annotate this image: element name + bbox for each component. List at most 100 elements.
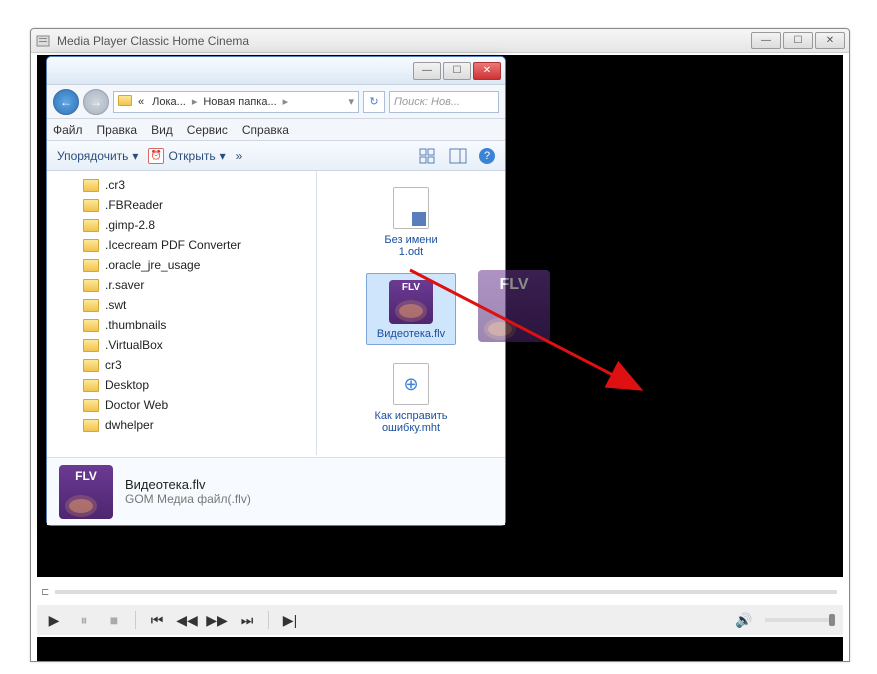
mpc-controls: ▶ ⏸ ■ ⏮ ◀◀ ▶▶ ⏭ ▶| 🔊 bbox=[37, 605, 843, 635]
tree-item[interactable]: cr3 bbox=[47, 355, 316, 375]
tree-item-label: .gimp-2.8 bbox=[105, 218, 155, 232]
play-button[interactable]: ▶ bbox=[45, 611, 63, 629]
step-button[interactable]: ▶| bbox=[281, 611, 299, 629]
tree-item-label: dwhelper bbox=[105, 418, 154, 432]
address-bar[interactable]: « Лока... ▸ Новая папка... ▸ ▾ bbox=[113, 91, 359, 113]
prev-button[interactable]: ⏮ bbox=[148, 611, 166, 629]
folder-icon bbox=[83, 219, 99, 232]
tree-item[interactable]: .thumbnails bbox=[47, 315, 316, 335]
help-button[interactable]: ? bbox=[479, 148, 495, 164]
mpc-close-button[interactable]: ✕ bbox=[815, 32, 845, 49]
explorer-menu: Файл Правка Вид Сервис Справка bbox=[47, 119, 505, 141]
toolbar-more[interactable]: » bbox=[236, 149, 243, 163]
forward-button[interactable]: ▶▶ bbox=[208, 611, 226, 629]
volume-icon[interactable]: 🔊 bbox=[735, 611, 753, 629]
tree-item[interactable]: .swt bbox=[47, 295, 316, 315]
file-item[interactable]: ⊕Как исправить ошибку.mht bbox=[366, 355, 456, 439]
explorer-toolbar: Упорядочить ▾ ⏰ Открыть ▾ » ? bbox=[47, 141, 505, 171]
explorer-window: — ☐ ✕ ← → « Лока... ▸ Новая папка... ▸ ▾… bbox=[46, 56, 506, 526]
forward-button[interactable]: → bbox=[83, 89, 109, 115]
menu-edit[interactable]: Правка bbox=[97, 123, 138, 137]
file-icon bbox=[387, 454, 435, 455]
tree-item[interactable]: .gimp-2.8 bbox=[47, 215, 316, 235]
open-button[interactable]: ⏰ Открыть ▾ bbox=[148, 148, 225, 164]
menu-help[interactable]: Справка bbox=[242, 123, 289, 137]
next-button[interactable]: ⏭ bbox=[238, 611, 256, 629]
menu-tools[interactable]: Сервис bbox=[187, 123, 228, 137]
tree-item-label: .Icecream PDF Converter bbox=[105, 238, 241, 252]
tree-item[interactable]: .VirtualBox bbox=[47, 335, 316, 355]
refresh-button[interactable]: ↻ bbox=[363, 91, 385, 113]
tree-item-label: Desktop bbox=[105, 378, 149, 392]
search-input[interactable]: Поиск: Нов... bbox=[389, 91, 499, 113]
details-file-icon: FLV bbox=[59, 465, 113, 519]
folder-icon bbox=[83, 319, 99, 332]
mpc-titlebar[interactable]: Media Player Classic Home Cinema — ☐ ✕ bbox=[31, 29, 849, 53]
tree-item[interactable]: .Icecream PDF Converter bbox=[47, 235, 316, 255]
tree-item[interactable]: .oracle_jre_usage bbox=[47, 255, 316, 275]
breadcrumb-root[interactable]: « bbox=[136, 96, 146, 108]
file-item[interactable] bbox=[366, 449, 456, 455]
menu-view[interactable]: Вид bbox=[151, 123, 173, 137]
tree-item-label: .r.saver bbox=[105, 278, 144, 292]
breadcrumb-disk[interactable]: Лока... bbox=[150, 96, 188, 108]
file-item[interactable]: FLV Видеотека.flv bbox=[366, 273, 456, 345]
menu-file[interactable]: Файл bbox=[53, 123, 83, 137]
tree-item[interactable]: .FBReader bbox=[47, 195, 316, 215]
view-mode-button[interactable] bbox=[419, 148, 439, 164]
explorer-minimize-button[interactable]: — bbox=[413, 62, 441, 80]
folder-icon bbox=[83, 339, 99, 352]
seek-start-marker: ⊏ bbox=[37, 587, 49, 598]
folder-icon bbox=[83, 199, 99, 212]
tree-item-label: .cr3 bbox=[105, 178, 125, 192]
back-button[interactable]: ← bbox=[53, 89, 79, 115]
preview-pane-button[interactable] bbox=[449, 148, 469, 164]
file-icon: FLV bbox=[387, 278, 435, 326]
folder-icon bbox=[83, 399, 99, 412]
file-label: Как исправить ошибку.mht bbox=[371, 410, 451, 434]
breadcrumb-folder[interactable]: Новая папка... bbox=[201, 96, 278, 108]
tree-item[interactable]: dwhelper bbox=[47, 415, 316, 435]
seek-track[interactable] bbox=[55, 590, 837, 594]
folder-icon bbox=[83, 419, 99, 432]
tree-item-label: .FBReader bbox=[105, 198, 163, 212]
folder-icon bbox=[83, 299, 99, 312]
folder-icon bbox=[83, 279, 99, 292]
mpc-title: Media Player Classic Home Cinema bbox=[57, 34, 751, 48]
tree-item[interactable]: Desktop bbox=[47, 375, 316, 395]
tree-item-label: .oracle_jre_usage bbox=[105, 258, 200, 272]
explorer-body: .cr3 .FBReader .gimp-2.8 .Icecream PDF Conv… bbox=[47, 171, 505, 455]
tree-item-label: .swt bbox=[105, 298, 126, 312]
explorer-titlebar[interactable]: — ☐ ✕ bbox=[47, 57, 505, 85]
explorer-close-button[interactable]: ✕ bbox=[473, 62, 501, 80]
mpc-status-bar bbox=[37, 637, 843, 661]
tree-item[interactable]: .cr3 bbox=[47, 175, 316, 195]
tree-item-label: cr3 bbox=[105, 358, 122, 372]
details-filetype: GOM Медиа файл(.flv) bbox=[125, 492, 251, 506]
rewind-button[interactable]: ◀◀ bbox=[178, 611, 196, 629]
mpc-minimize-button[interactable]: — bbox=[751, 32, 781, 49]
files-pane[interactable]: Без имени 1.odt FLV Видеотека.flv ⊕Как испр… bbox=[317, 171, 505, 455]
chevron-down-icon: ▾ bbox=[220, 149, 226, 163]
chevron-down-icon[interactable]: ▾ bbox=[348, 95, 354, 108]
file-label: Видеотека.flv bbox=[377, 328, 445, 340]
folder-icon bbox=[83, 259, 99, 272]
file-item[interactable]: Без имени 1.odt bbox=[366, 179, 456, 263]
tree-item[interactable]: Doctor Web bbox=[47, 395, 316, 415]
separator bbox=[135, 611, 136, 629]
tree-item-label: .thumbnails bbox=[105, 318, 166, 332]
volume-slider[interactable] bbox=[765, 618, 835, 622]
explorer-maximize-button[interactable]: ☐ bbox=[443, 62, 471, 80]
file-label: Без имени 1.odt bbox=[371, 234, 451, 258]
folder-icon bbox=[83, 179, 99, 192]
pause-button[interactable]: ⏸ bbox=[75, 611, 93, 629]
folder-icon bbox=[118, 95, 132, 109]
mpc-seek-bar[interactable]: ⊏ bbox=[37, 579, 843, 605]
tree-item[interactable]: .r.saver bbox=[47, 275, 316, 295]
mpc-maximize-button[interactable]: ☐ bbox=[783, 32, 813, 49]
organize-button[interactable]: Упорядочить ▾ bbox=[57, 149, 138, 163]
tree-item-label: .VirtualBox bbox=[105, 338, 163, 352]
stop-button[interactable]: ■ bbox=[105, 611, 123, 629]
folder-tree[interactable]: .cr3 .FBReader .gimp-2.8 .Icecream PDF Conv… bbox=[47, 171, 317, 455]
folder-icon bbox=[83, 359, 99, 372]
